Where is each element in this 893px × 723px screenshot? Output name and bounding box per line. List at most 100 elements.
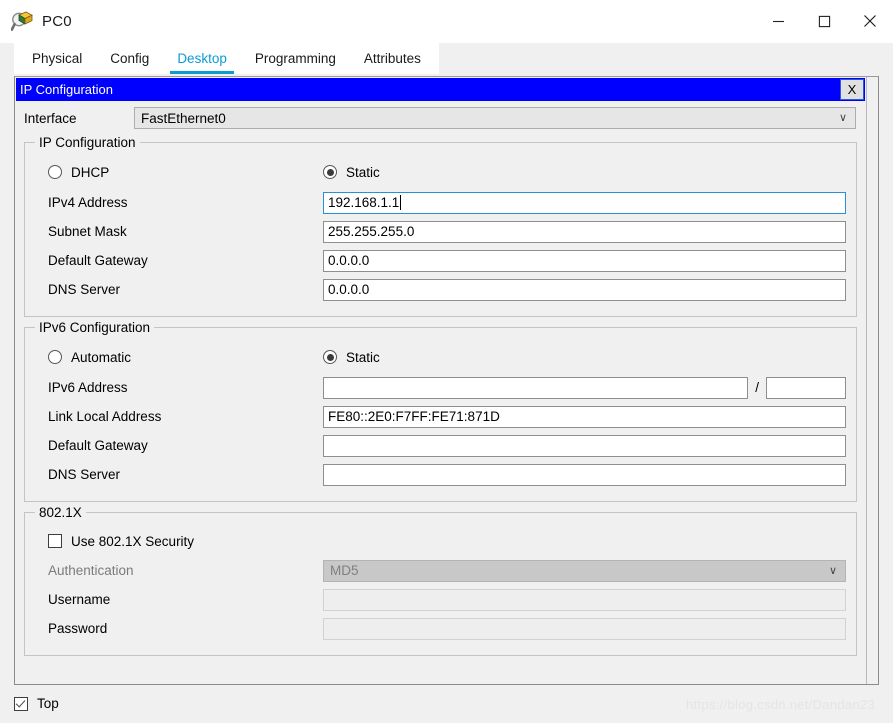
tab-desktop-label: Desktop <box>177 51 227 66</box>
subnet-mask-row: Subnet Mask 255.255.255.0 <box>35 217 846 246</box>
authentication-select[interactable]: MD5 ∨ <box>323 559 846 582</box>
maximize-icon <box>818 15 830 27</box>
dot1x-group: 802.1X Use 802.1X Security Authenticatio… <box>24 505 857 656</box>
interface-select[interactable]: FastEthernet0 ∨ <box>134 107 856 129</box>
dialog-titlebar: IP Configuration X <box>16 78 865 101</box>
tab-physical-label: Physical <box>32 51 83 66</box>
ipv6-configuration-group: IPv6 Configuration Automatic Static IPv6… <box>24 320 857 502</box>
ipv6-default-gateway-row: Default Gateway <box>35 431 846 460</box>
dot1x-username-input[interactable] <box>323 588 846 611</box>
ipv4-address-label: IPv4 Address <box>48 195 128 210</box>
dot1x-username-row: Username <box>35 585 846 614</box>
ipv6-mode-row: Automatic Static <box>35 341 846 373</box>
use-dot1x-security-checkbox-row[interactable]: Use 802.1X Security <box>35 526 846 556</box>
radio-checked-icon <box>323 350 337 364</box>
link-local-address-value: FE80::2E0:F7FF:FE71:871D <box>328 409 500 424</box>
tab-desktop[interactable]: Desktop <box>163 43 241 74</box>
ipv4-static-radio-option[interactable]: Static <box>323 165 380 180</box>
authentication-row: Authentication MD5 ∨ <box>35 556 846 585</box>
chevron-down-icon: ∨ <box>828 564 837 577</box>
tab-strip: Physical Config Desktop Programming Attr… <box>14 43 439 74</box>
ipv4-default-gateway-label: Default Gateway <box>48 253 148 268</box>
ipv6-default-gateway-input[interactable] <box>323 434 846 457</box>
window-controls <box>755 0 893 42</box>
ipv6-automatic-radio-option[interactable]: Automatic <box>35 350 323 365</box>
ipv6-group-title: IPv6 Configuration <box>35 320 155 335</box>
ipv4-dns-server-input[interactable]: 0.0.0.0 <box>323 278 846 301</box>
top-checkbox-label: Top <box>37 696 59 711</box>
ipv4-dhcp-label: DHCP <box>71 164 110 180</box>
radio-checked-icon <box>323 165 337 179</box>
minimize-icon <box>772 20 784 22</box>
packet-tracer-inspect-icon <box>10 10 33 32</box>
dot1x-password-row: Password <box>35 614 846 643</box>
ipv4-mode-row: DHCP Static <box>35 156 846 188</box>
device-tabbar: Physical Config Desktop Programming Attr… <box>0 43 893 74</box>
ipv6-address-label: IPv6 Address <box>48 380 128 395</box>
radio-unchecked-icon <box>48 350 62 364</box>
ipv4-dns-server-row: DNS Server 0.0.0.0 <box>35 275 846 304</box>
ipv4-configuration-group: IP Configuration DHCP Static IPv4 Addres… <box>24 135 857 317</box>
tab-attributes-label: Attributes <box>363 51 421 66</box>
tab-programming-label: Programming <box>254 51 336 66</box>
ipv4-default-gateway-input[interactable]: 0.0.0.0 <box>323 249 846 272</box>
ipv6-default-gateway-label: Default Gateway <box>48 438 148 453</box>
ipv4-group-title: IP Configuration <box>35 135 140 150</box>
window-titlebar: PC0 <box>0 0 893 43</box>
tab-programming[interactable]: Programming <box>240 43 350 74</box>
tab-physical[interactable]: Physical <box>18 43 97 74</box>
panel-right-gutter <box>866 77 878 684</box>
desktop-content-panel: IP Configuration X Interface FastEtherne… <box>14 76 879 685</box>
ipv6-prefix-length-input[interactable] <box>766 376 846 399</box>
ipv6-prefix-separator: / <box>755 380 759 395</box>
ipv4-default-gateway-row: Default Gateway 0.0.0.0 <box>35 246 846 275</box>
dialog-close-button[interactable]: X <box>840 79 864 100</box>
minimize-button[interactable] <box>755 0 801 42</box>
interface-label: Interface <box>24 110 77 126</box>
ipv6-dns-server-input[interactable] <box>323 463 846 486</box>
tab-config[interactable]: Config <box>96 43 164 74</box>
radio-unchecked-icon <box>48 165 62 179</box>
tab-config-label: Config <box>110 51 150 66</box>
close-icon <box>864 15 876 27</box>
ipv4-dns-server-label: DNS Server <box>48 282 121 297</box>
subnet-mask-value: 255.255.255.0 <box>328 224 415 239</box>
link-local-address-label: Link Local Address <box>48 409 162 424</box>
ipv6-static-label: Static <box>346 349 380 365</box>
maximize-button[interactable] <box>801 0 847 42</box>
dot1x-password-input[interactable] <box>323 617 846 640</box>
subnet-mask-label: Subnet Mask <box>48 224 127 239</box>
link-local-address-input[interactable]: FE80::2E0:F7FF:FE71:871D <box>323 405 846 428</box>
ipv6-address-input[interactable] <box>323 376 749 399</box>
subnet-mask-input[interactable]: 255.255.255.0 <box>323 220 846 243</box>
title-left-group: PC0 <box>0 10 72 32</box>
ipv4-address-value: 192.168.1.1 <box>328 195 400 210</box>
ip-configuration-dialog: IP Configuration X Interface FastEtherne… <box>15 77 866 684</box>
close-button[interactable] <box>847 0 893 42</box>
dialog-title: IP Configuration <box>20 82 113 97</box>
ipv6-dns-server-label: DNS Server <box>48 467 121 482</box>
ipv4-dhcp-radio-option[interactable]: DHCP <box>35 165 323 180</box>
ipv6-automatic-label: Automatic <box>71 349 132 365</box>
ipv4-static-label: Static <box>346 164 380 180</box>
ipv6-static-radio-option[interactable]: Static <box>323 350 380 365</box>
watermark-text: https://blog.csdn.net/Dandan23 <box>686 697 875 712</box>
checkbox-checked-icon <box>14 696 28 711</box>
tab-attributes[interactable]: Attributes <box>349 43 435 74</box>
ipv4-dns-server-value: 0.0.0.0 <box>328 282 370 297</box>
ipv4-default-gateway-value: 0.0.0.0 <box>328 253 370 268</box>
authentication-label: Authentication <box>48 563 134 578</box>
use-dot1x-security-label: Use 802.1X Security <box>71 533 195 549</box>
ipv4-address-input[interactable]: 192.168.1.1 <box>323 191 846 214</box>
window-title: PC0 <box>42 12 72 30</box>
top-checkbox-row[interactable]: Top <box>14 696 59 711</box>
ipv6-dns-server-row: DNS Server <box>35 460 846 489</box>
interface-row: Interface FastEthernet0 ∨ <box>15 104 866 132</box>
checkbox-unchecked-icon <box>48 534 62 548</box>
window-bottom-bar: Top https://blog.csdn.net/Dandan23 <box>0 685 893 723</box>
chevron-down-icon: ∨ <box>838 111 847 124</box>
interface-select-value: FastEthernet0 <box>141 110 226 126</box>
text-caret <box>400 195 402 210</box>
dot1x-password-label: Password <box>48 621 108 636</box>
link-local-address-row: Link Local Address FE80::2E0:F7FF:FE71:8… <box>35 402 846 431</box>
